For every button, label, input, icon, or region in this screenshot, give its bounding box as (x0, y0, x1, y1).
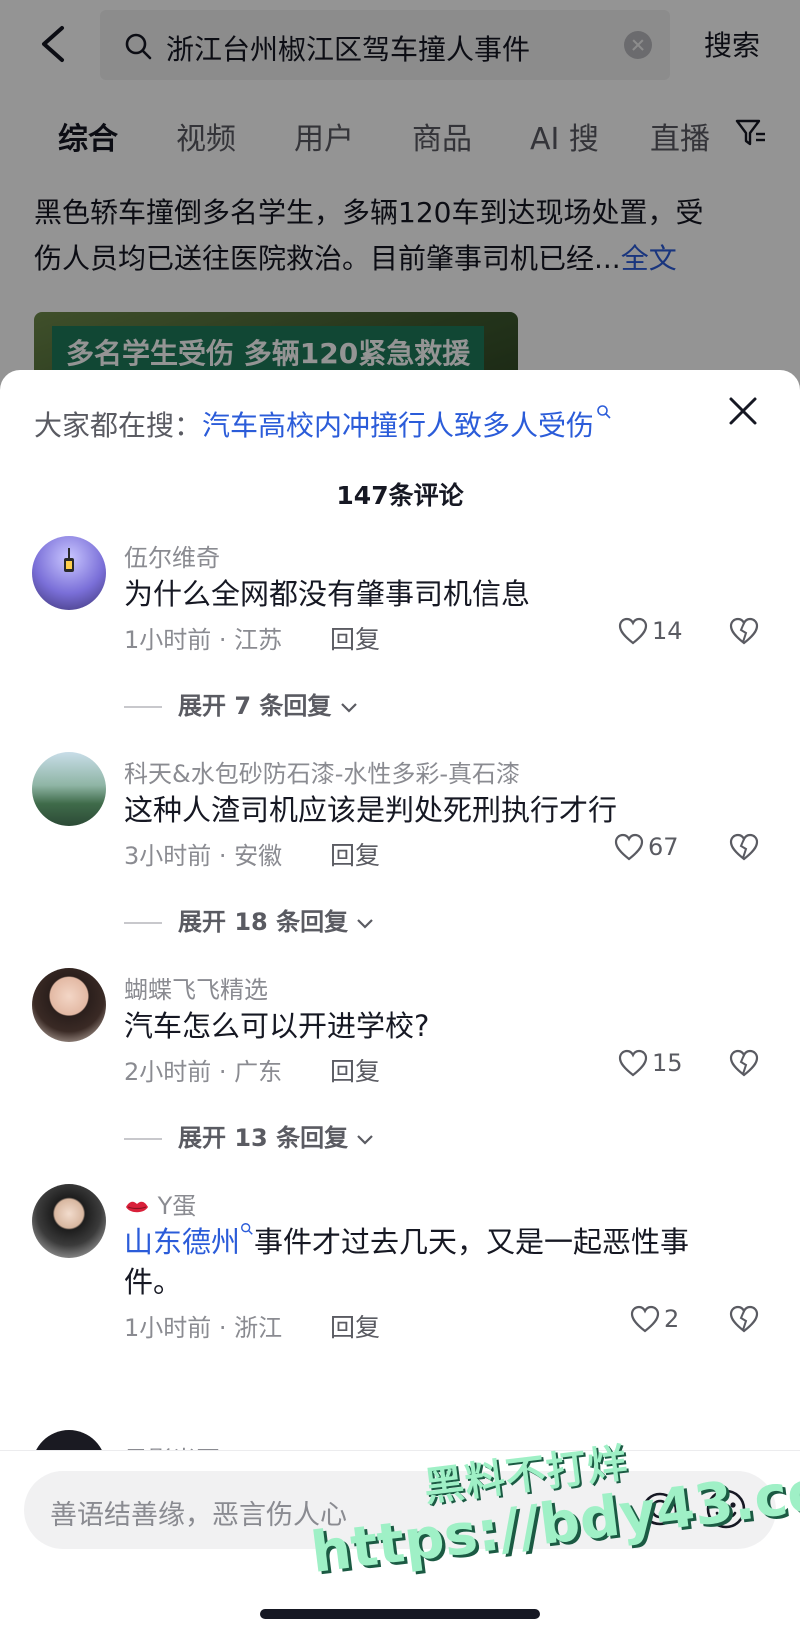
reply-button[interactable]: 回复 (330, 620, 380, 656)
chevron-down-icon (357, 919, 374, 929)
comment-author[interactable]: Y蛋 (124, 1186, 196, 1221)
lips-icon (126, 1201, 148, 1213)
comment-meta: 3小时前 · 安徽 (124, 842, 283, 870)
expand-replies-button[interactable]: 展开 18 条回复 (124, 902, 374, 937)
close-icon[interactable] (726, 394, 760, 428)
like-count: 2 (664, 1305, 680, 1333)
comment-item: 科天&水包砂防石漆-水性多彩-真石漆 这种人渣司机应该是判处死刑执行才行 3小时… (0, 752, 800, 962)
lantern-icon (64, 548, 74, 572)
comment-count-title: 147条评论 (336, 481, 464, 510)
comment-item: 蝴蝶飞飞精选 汽车怎么可以开进学校? 2小时前 · 广东 回复 15 展开 13… (0, 968, 800, 1178)
comment-author[interactable]: 蝴蝶飞飞精选 (124, 970, 268, 1005)
heart-icon (618, 617, 648, 645)
like-button[interactable]: 2 (630, 1304, 679, 1333)
comment-text: 这种人渣司机应该是判处死刑执行才行 (124, 793, 618, 827)
reply-button[interactable]: 回复 (330, 1052, 380, 1088)
expand-replies-label: 展开 18 条回复 (178, 908, 349, 936)
heart-icon (630, 1305, 660, 1333)
comment-author[interactable]: 科天&水包砂防石漆-水性多彩-真石漆 (124, 754, 520, 789)
expand-replies-label: 展开 7 条回复 (178, 692, 332, 720)
avatar[interactable] (32, 536, 106, 610)
divider (124, 706, 162, 708)
search-icon (241, 1223, 253, 1235)
search-icon (597, 405, 611, 419)
comment-meta: 2小时前 · 广东 (124, 1058, 283, 1086)
like-count: 67 (648, 833, 679, 861)
expand-replies-button[interactable]: 展开 7 条回复 (124, 686, 358, 721)
expand-replies-button[interactable]: 展开 13 条回复 (124, 1118, 374, 1153)
comment-text: 山东德州 事件才过去几天，又是一起恶性事件。 (124, 1222, 744, 1302)
comment-author[interactable]: 伍尔维奇 (124, 538, 220, 573)
reply-button[interactable]: 回复 (330, 836, 380, 872)
like-button[interactable]: 15 (618, 1048, 683, 1077)
like-button[interactable]: 67 (614, 832, 679, 861)
dim-overlay[interactable] (0, 0, 800, 400)
topic-link[interactable]: 山东德州 (124, 1225, 240, 1259)
dislike-heart-icon[interactable] (728, 1304, 760, 1334)
chevron-down-icon (357, 1135, 374, 1145)
heart-icon (614, 833, 644, 861)
avatar[interactable] (32, 1184, 106, 1258)
dislike-heart-icon[interactable] (728, 616, 760, 646)
author-name: Y蛋 (157, 1192, 197, 1220)
avatar[interactable] (32, 752, 106, 826)
comment-text: 为什么全网都没有肇事司机信息 (124, 577, 531, 611)
comment-meta: 1小时前 · 江苏 (124, 626, 283, 654)
comment-text: 汽车怎么可以开进学校? (124, 1009, 430, 1043)
like-count: 15 (652, 1049, 683, 1077)
comment-input-placeholder: 善语结善缘，恶言伤人心 (50, 1500, 347, 1531)
chevron-down-icon (341, 703, 357, 713)
avatar[interactable] (32, 968, 106, 1042)
dislike-heart-icon[interactable] (728, 832, 760, 862)
divider (124, 1138, 162, 1140)
hot-search-label: 大家都在搜： (34, 409, 203, 442)
comment-item: Y蛋 山东德州 事件才过去几天，又是一起恶性事件。 1小时前 · 浙江 回复 2 (0, 1184, 800, 1374)
comment-meta: 1小时前 · 浙江 (124, 1314, 283, 1342)
hot-search-row[interactable]: 大家都在搜：汽车高校内冲撞行人致多人受伤 (34, 404, 612, 444)
search-results-page: 浙江台州椒江区驾车撞人事件 搜索 综合 视频 用户 商品 AI 搜 直播 黑色轿… (0, 0, 800, 402)
heart-icon (618, 1049, 648, 1077)
divider (124, 922, 162, 924)
reply-button[interactable]: 回复 (330, 1308, 380, 1344)
comment-item: 伍尔维奇 为什么全网都没有肇事司机信息 1小时前 · 江苏 回复 14 展开 7… (0, 536, 800, 746)
expand-replies-label: 展开 13 条回复 (178, 1124, 349, 1152)
hot-search-link[interactable]: 汽车高校内冲撞行人致多人受伤 (202, 409, 594, 442)
like-count: 14 (652, 617, 683, 645)
like-button[interactable]: 14 (618, 616, 683, 645)
dislike-heart-icon[interactable] (728, 1048, 760, 1078)
